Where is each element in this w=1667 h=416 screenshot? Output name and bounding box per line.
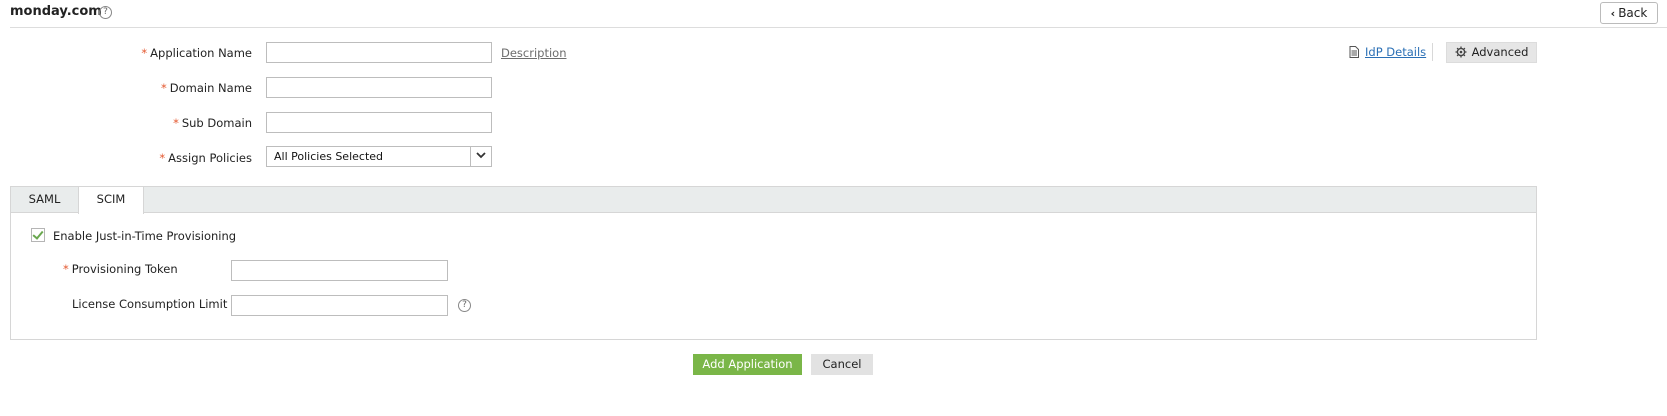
provisioning-token-label: * Provisioning Token [63, 262, 178, 276]
app-title: monday.com [10, 4, 102, 19]
assign-policies-select[interactable]: All Policies Selected [266, 146, 492, 167]
gear-icon [1455, 45, 1467, 64]
jit-provisioning-label: Enable Just-in-Time Provisioning [53, 229, 237, 243]
description-link[interactable]: Description [501, 46, 567, 60]
header-divider [10, 27, 1667, 28]
tab-bar [11, 187, 1536, 213]
document-icon [1349, 46, 1359, 61]
sub-domain-label: * Sub Domain [173, 116, 252, 130]
required-marker: * [141, 46, 148, 60]
chevron-down-icon[interactable] [470, 147, 491, 166]
provisioning-token-input[interactable] [231, 260, 448, 281]
required-marker: * [159, 151, 166, 165]
domain-name-input[interactable] [266, 77, 492, 98]
question-circle-icon[interactable]: ? [99, 6, 112, 19]
application-name-label: * Application Name [141, 46, 252, 60]
advanced-button[interactable]: Advanced [1446, 42, 1537, 63]
assign-policies-label: * Assign Policies [159, 151, 252, 165]
cancel-button[interactable]: Cancel [811, 354, 873, 375]
idp-details-link[interactable]: IdP Details [1365, 45, 1426, 59]
add-application-button[interactable]: Add Application [693, 354, 802, 375]
back-button[interactable]: ‹ Back [1600, 2, 1658, 24]
required-marker: * [173, 116, 179, 130]
license-limit-label: License Consumption Limit [72, 297, 228, 311]
domain-name-label: * Domain Name [161, 81, 252, 95]
checkmark-icon [32, 228, 44, 240]
application-name-input[interactable] [266, 42, 492, 63]
required-marker: * [161, 81, 167, 95]
tab-saml[interactable]: SAML [11, 187, 78, 213]
sub-domain-input[interactable] [266, 112, 492, 133]
license-limit-input[interactable] [231, 295, 448, 316]
toolbar-divider [1432, 43, 1433, 61]
tab-scim[interactable]: SCIM [78, 187, 144, 214]
question-circle-icon[interactable]: ? [458, 299, 471, 312]
advanced-button-label: Advanced [1471, 45, 1529, 59]
back-button-label: Back [1618, 6, 1648, 20]
assign-policies-value: All Policies Selected [274, 150, 384, 163]
jit-provisioning-checkbox[interactable] [31, 228, 45, 242]
required-marker: * [63, 262, 69, 276]
chevron-left-icon: ‹ [1610, 7, 1616, 20]
idp-details-link-group[interactable]: IdP Details [1349, 45, 1426, 61]
